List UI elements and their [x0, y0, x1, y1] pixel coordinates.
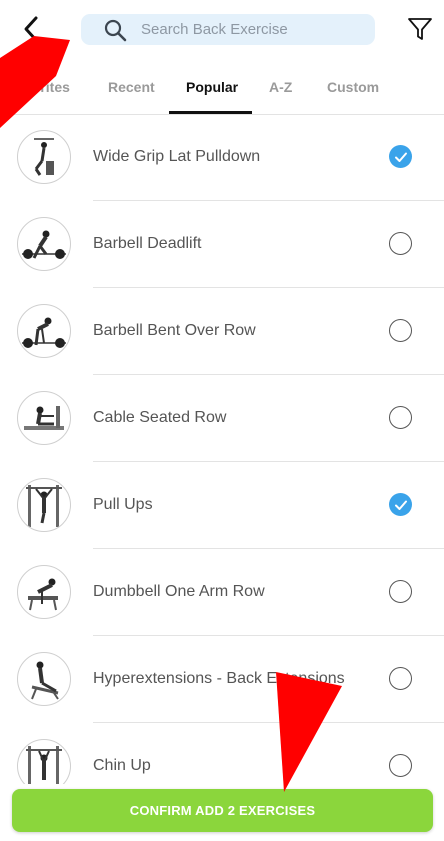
exercise-name: Barbell Deadlift	[93, 235, 202, 252]
exercise-thumbnail	[17, 565, 71, 619]
tab-recent[interactable]: Recent	[108, 79, 155, 95]
search-input[interactable]: Search Back Exercise	[81, 14, 375, 45]
exercise-thumbnail	[17, 739, 71, 784]
exercise-thumbnail	[17, 130, 71, 184]
exercise-name: Wide Grip Lat Pulldown	[93, 148, 261, 165]
tab-popular[interactable]: Popular	[186, 79, 238, 95]
filter-icon	[408, 18, 432, 40]
exercise-row[interactable]: Barbell Deadlift	[0, 201, 444, 288]
search-icon	[103, 18, 127, 42]
selection-checkbox[interactable]	[389, 406, 412, 429]
exercise-row[interactable]: Cable Seated Row	[0, 375, 444, 462]
selection-checkbox[interactable]	[389, 667, 412, 690]
tab-custom[interactable]: Custom	[327, 79, 379, 95]
exercise-thumbnail	[17, 652, 71, 706]
exercise-thumbnail	[17, 217, 71, 271]
exercise-name: Chin Up	[93, 757, 151, 774]
checkmark-icon	[394, 500, 407, 510]
exercise-name: Barbell Bent Over Row	[93, 322, 256, 339]
confirm-add-label: CONFIRM ADD 2 EXERCISES	[129, 803, 316, 818]
exercise-row[interactable]: Pull Ups	[0, 462, 444, 549]
exercise-row[interactable]: Barbell Bent Over Row	[0, 288, 444, 375]
selection-checkbox-checked[interactable]	[389, 493, 412, 516]
exercise-row[interactable]: Hyperextensions - Back Extensions	[0, 636, 444, 723]
checkmark-icon	[394, 152, 407, 162]
exercise-row[interactable]: Dumbbell One Arm Row	[0, 549, 444, 636]
filter-button[interactable]	[405, 14, 435, 44]
confirm-add-button[interactable]: CONFIRM ADD 2 EXERCISES	[12, 789, 433, 832]
exercise-list: Wide Grip Lat Pulldown Barbell Deadlift	[0, 114, 444, 784]
exercise-name: Pull Ups	[93, 496, 153, 513]
selection-checkbox[interactable]	[389, 754, 412, 777]
search-placeholder: Search Back Exercise	[141, 21, 288, 38]
exercise-thumbnail	[17, 391, 71, 445]
selection-checkbox[interactable]	[389, 319, 412, 342]
exercise-thumbnail	[17, 304, 71, 358]
exercise-name: Dumbbell One Arm Row	[93, 583, 265, 600]
exercise-name: Hyperextensions - Back Extensions	[93, 670, 345, 687]
exercise-thumbnail	[17, 478, 71, 532]
selection-checkbox[interactable]	[389, 580, 412, 603]
exercise-row[interactable]: Chin Up	[0, 723, 444, 784]
annotation-arrow-icon	[0, 36, 70, 128]
tab-a-z[interactable]: A-Z	[269, 79, 292, 95]
exercise-name: Cable Seated Row	[93, 409, 227, 426]
selection-checkbox-checked[interactable]	[389, 145, 412, 168]
selection-checkbox[interactable]	[389, 232, 412, 255]
